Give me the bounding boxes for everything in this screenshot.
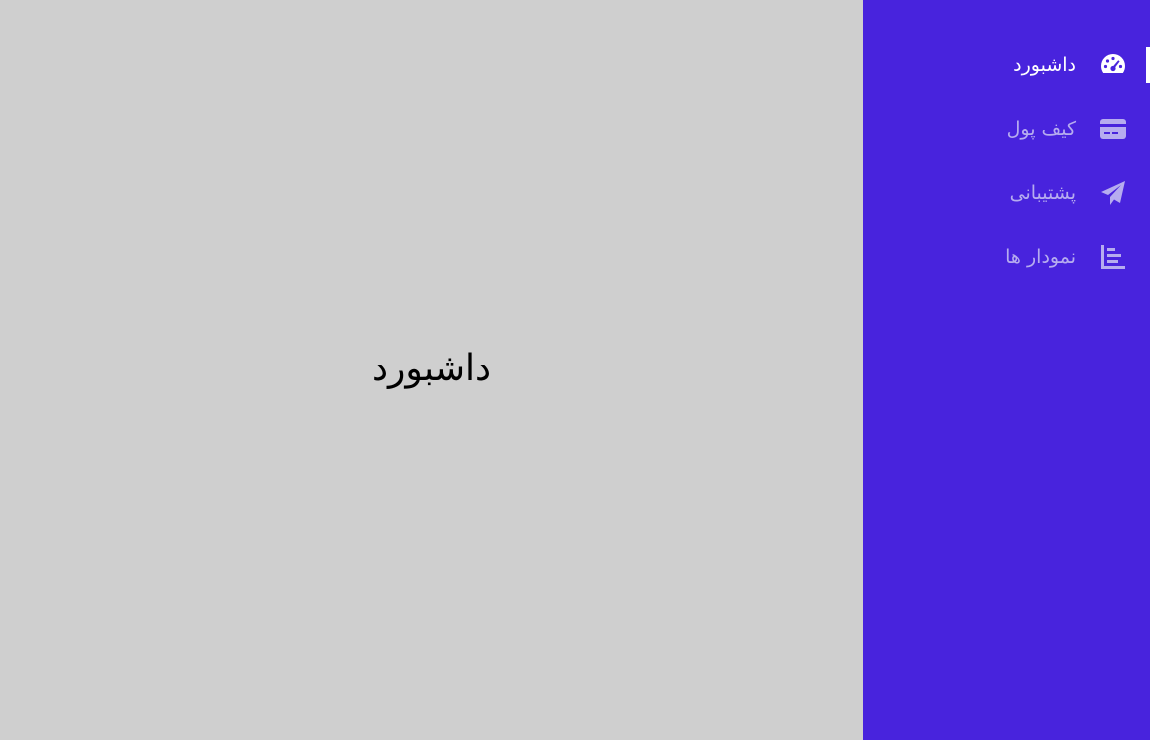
paper-plane-icon xyxy=(1098,178,1128,208)
bar-chart-icon xyxy=(1098,242,1128,272)
sidebar-item-dashboard[interactable]: داشبورد xyxy=(863,33,1150,97)
sidebar-item-label: پشتیبانی xyxy=(1009,182,1076,204)
sidebar-item-label: نمودار ها xyxy=(1005,246,1076,268)
sidebar-item-label: داشبورد xyxy=(1013,54,1076,76)
sidebar-item-wallet[interactable]: کیف پول xyxy=(863,97,1150,161)
sidebar: داشبورد کیف پول پشتیبانی نمودار ها xyxy=(863,0,1150,740)
sidebar-item-label: کیف پول xyxy=(1006,118,1076,140)
credit-card-icon xyxy=(1098,114,1128,144)
page-title: داشبورد xyxy=(371,348,492,389)
sidebar-item-support[interactable]: پشتیبانی xyxy=(863,161,1150,225)
main-content: داشبورد xyxy=(0,0,863,740)
sidebar-nav: داشبورد کیف پول پشتیبانی نمودار ها xyxy=(863,33,1150,289)
active-indicator xyxy=(1146,47,1150,83)
sidebar-item-charts[interactable]: نمودار ها xyxy=(863,225,1150,289)
gauge-icon xyxy=(1098,50,1128,80)
